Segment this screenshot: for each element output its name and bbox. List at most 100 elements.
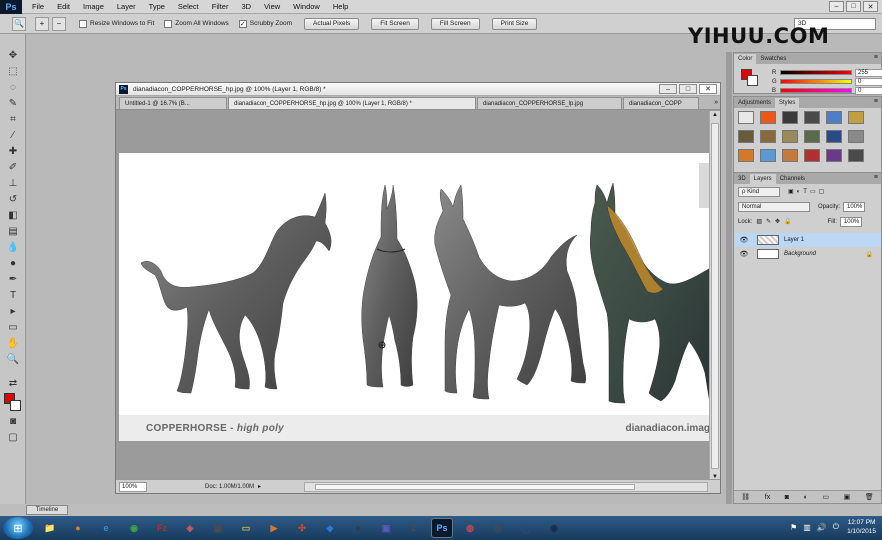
menu-window[interactable]: Window [293,2,320,11]
layer-kind-select[interactable]: ρ Kind [738,186,780,197]
taskbar-app-chrome[interactable]: ◉ [123,518,145,538]
close-button[interactable]: ✕ [863,1,878,12]
tab-adjustments[interactable]: Adjustments [734,98,775,108]
style-swatch[interactable] [826,111,842,124]
zoom-tool-icon[interactable]: 🔍 [12,16,26,31]
panel-menu-icon[interactable]: ≡ [874,54,878,61]
clock[interactable]: 12:07 PM 1/10/2015 [847,518,876,536]
fill-field[interactable]: 100% [839,216,862,227]
layer-style-icon[interactable]: fx [765,494,770,501]
fit-screen-button[interactable]: Fit Screen [371,17,419,30]
checkbox-box[interactable] [164,19,173,28]
doc-minimize-button[interactable]: – [659,84,677,94]
new-layer-icon[interactable]: ▣ [844,493,851,501]
vertical-scrollbar[interactable]: ▲ ▼ [709,111,720,481]
quick-mask-icon[interactable]: ◙ [5,414,21,428]
taskbar-app-app9[interactable]: ▶ [263,518,285,538]
tabs-overflow-icon[interactable]: » [714,99,718,106]
pen-tool-icon[interactable]: ✒ [5,272,21,286]
horizontal-scroll-thumb[interactable] [315,484,635,490]
menu-edit[interactable]: Edit [57,2,70,11]
panel-menu-icon[interactable]: ≡ [874,174,878,181]
green-value[interactable]: 0 [855,77,882,86]
screen-mode-icon[interactable]: ▢ [5,430,21,444]
blue-value[interactable]: 0 [855,86,882,95]
taskbar-app-app17[interactable]: ◎ [487,518,509,538]
red-value[interactable]: 255 [855,68,882,77]
marquee-tool-icon[interactable]: ⬚ [5,64,21,78]
layer-row-layer-1[interactable]: 👁 Layer 1 [735,233,881,247]
link-layers-icon[interactable]: ⛓ [741,493,750,501]
status-menu-icon[interactable]: ▸ [258,483,261,490]
style-swatch[interactable] [826,130,842,143]
zoom-out-icon[interactable]: − [52,16,66,31]
scrubby-zoom-checkbox[interactable]: ✓ Scrubby Zoom [238,19,292,28]
zoom-all-windows-checkbox[interactable]: Zoom All Windows [164,19,229,28]
flag-icon[interactable]: ⚑ [790,523,797,532]
green-slider[interactable]: G 0 [772,77,882,86]
document-titlebar[interactable]: Ps dianadiacon_COPPERHORSE_hp.jpg @ 100%… [116,83,720,96]
taskbar-app-app16[interactable]: ◍ [459,518,481,538]
taskbar-app-photoshop[interactable]: Ps [431,518,453,538]
taskbar-app-app19[interactable]: ◉ [543,518,565,538]
style-swatch[interactable] [782,130,798,143]
taskbar-app-app6[interactable]: ◈ [179,518,201,538]
actual-pixels-button[interactable]: Actual Pixels [304,17,360,30]
network-icon[interactable]: ▥ [803,523,811,532]
horizontal-scrollbar[interactable] [304,482,708,492]
healing-brush-tool-icon[interactable]: ✚ [5,144,21,158]
checkbox-box[interactable]: ✓ [238,19,247,28]
tab-layers[interactable]: Layers [749,174,776,184]
timeline-tab[interactable]: Timeline [26,505,68,515]
vertical-scroll-thumb[interactable] [711,123,719,469]
menu-3d[interactable]: 3D [241,2,251,11]
style-swatch[interactable] [760,130,776,143]
clone-stamp-tool-icon[interactable]: ⊥ [5,176,21,190]
taskbar-app-app7[interactable]: ▦ [207,518,229,538]
taskbar-app-app8[interactable]: ▭ [235,518,257,538]
style-swatch[interactable] [782,149,798,162]
taskbar-app-explorer[interactable]: 📁 [39,518,61,538]
red-slider[interactable]: R 255 [772,68,882,77]
tab-copperhorse-hp[interactable]: dianadiacon_COPPERHORSE_hp.jpg @ 100% (L… [228,97,476,109]
eraser-tool-icon[interactable]: ◧ [5,208,21,222]
style-swatch[interactable] [826,149,842,162]
layer-filter-icons[interactable]: ▣◐T▭▢ [788,188,827,195]
tab-swatches[interactable]: Swatches [756,54,790,64]
blue-track[interactable] [780,88,852,93]
hand-tool-icon[interactable]: ✋ [5,336,21,350]
color-panel-background[interactable] [747,75,758,86]
menu-filter[interactable]: Filter [212,2,229,11]
history-brush-tool-icon[interactable]: ↺ [5,192,21,206]
visibility-eye-icon[interactable]: 👁 [739,236,749,244]
style-swatch[interactable] [738,149,754,162]
doc-maximize-button[interactable]: □ [679,84,697,94]
taskbar-app-ie[interactable]: e [95,518,117,538]
crop-tool-icon[interactable]: ⌗ [5,112,21,126]
taskbar-app-firefox[interactable]: ● [67,518,89,538]
style-swatch[interactable] [848,130,864,143]
opacity-field[interactable]: 100% [843,201,866,212]
layer-row-background[interactable]: 👁 Background 🔒 [735,247,881,261]
blue-slider[interactable]: B 0 [772,86,882,95]
taskbar-app-zbrush[interactable]: Z [403,518,425,538]
menu-file[interactable]: File [32,2,44,11]
style-swatch[interactable] [738,130,754,143]
adjustment-layer-icon[interactable]: ◐ [804,494,808,501]
taskbar-app-app10[interactable]: ✣ [291,518,313,538]
visibility-eye-icon[interactable]: 👁 [739,250,749,258]
tab-3d[interactable]: 3D [734,174,750,184]
tab-untitled-1[interactable]: Untitled-1 @ 16.7% (B... [119,97,227,109]
menu-select[interactable]: Select [178,2,199,11]
start-button[interactable]: ⊞ [3,517,33,539]
blend-mode-select[interactable]: Normal [738,201,810,212]
taskbar-app-filezilla[interactable]: Fz [151,518,173,538]
eyedropper-tool-icon[interactable]: ⁄ [5,128,21,142]
menu-layer[interactable]: Layer [117,2,136,11]
panel-menu-icon[interactable]: ≡ [874,98,878,105]
image-canvas[interactable]: COPPERHORSE - high poly dianadiacon.imag [119,153,710,441]
print-size-button[interactable]: Print Size [491,17,538,30]
move-tool-icon[interactable]: ✥ [5,48,21,62]
background-color-swatch[interactable] [10,400,21,411]
style-swatch[interactable] [804,111,820,124]
